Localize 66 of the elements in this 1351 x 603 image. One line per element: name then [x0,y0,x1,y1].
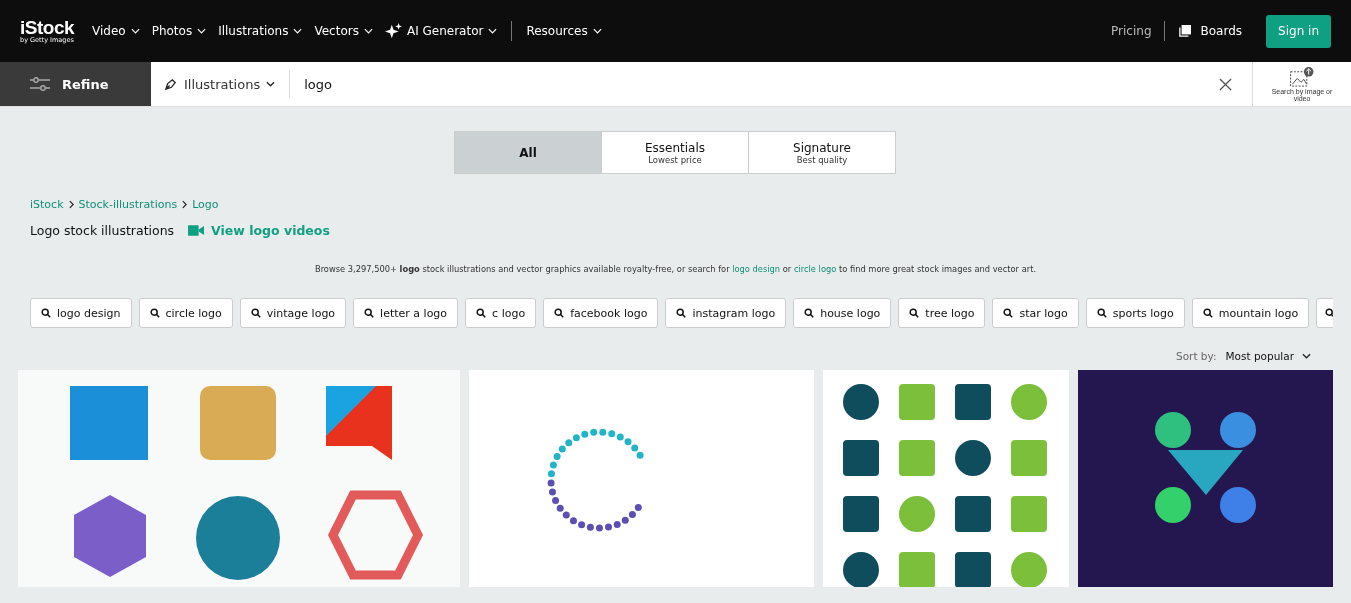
sparkle-icon [384,22,402,40]
related-search-chip[interactable]: logo design [30,298,132,328]
breadcrumb-link[interactable]: Logo [192,198,219,211]
search-icon [476,308,487,318]
nav-menu[interactable]: Vectors [314,24,373,38]
image-upload-icon [1289,66,1315,88]
search-icon [364,308,375,318]
logo-collection-image[interactable] [18,370,460,587]
related-search-chip[interactable]: tree logo [898,298,986,328]
related-search-chip[interactable]: letter a logo [353,298,459,328]
search-icon [909,308,920,318]
related-search-link[interactable]: circle logo [793,264,837,274]
search-icon [250,308,261,318]
license-tab[interactable]: All [454,131,602,174]
search-icon [149,308,160,318]
boards-link[interactable]: Boards [1200,24,1243,38]
related-search-chip[interactable]: star logo [992,298,1079,328]
sort-dropdown[interactable]: Most popular [1225,350,1311,362]
page-heading: Logo stock illustrations [30,223,175,238]
browse-description: Browse 3,297,500+ logo stock illustrations and vector graphics available royalty-free, or search for logo design or circle logo to find more great stock images and vector art. [313,264,1038,274]
related-search-chip[interactable]: instagram logo [665,298,787,328]
related-search-chip[interactable]: sports logo [1085,298,1185,328]
license-tab[interactable]: Essentials Lowest price [601,131,749,174]
sliders-icon [30,77,50,91]
related-search-chip[interactable]: mountain logo [1191,298,1310,328]
search-icon [41,308,51,318]
chevron-down-icon [197,28,207,34]
pen-icon [163,76,178,92]
chevron-down-icon [488,28,498,34]
breadcrumb-link[interactable]: Stock-illustrations [78,198,178,211]
nav-menu[interactable]: AI Generator [384,22,498,40]
search-icon [1202,308,1213,318]
license-tab[interactable]: Signature Best quality [748,131,896,174]
teamwork-figures-image[interactable] [1078,370,1333,587]
search-icon [1003,308,1014,318]
nav-menu[interactable]: Photos [151,24,207,38]
search-icon [554,308,565,318]
refine-button[interactable]: Refine [0,62,151,106]
related-search-chip[interactable]: facebook logo [543,298,659,328]
close-icon[interactable] [1219,77,1232,91]
video-camera-icon [188,225,205,236]
chevron-down-icon [130,28,140,34]
geometric-pattern-image[interactable] [823,370,1069,587]
search-icon [1096,308,1107,318]
dotted-circle-logo-image[interactable] [469,370,814,587]
chevron-down-icon [1302,353,1311,359]
nav-menu[interactable]: Video [92,24,140,38]
related-search-chip[interactable]: house logo [793,298,892,328]
pricing-link[interactable]: Pricing [1111,24,1152,38]
chevron-down-icon [363,28,373,34]
search-icon [804,308,815,318]
search-icon [1325,308,1333,318]
chevron-down-icon [293,28,303,34]
chevron-icon [182,200,188,209]
search-icon [676,308,687,318]
sort-label: Sort by: [1176,350,1217,362]
related-search-chip[interactable]: circle logo [138,298,233,328]
related-search-link[interactable]: logo design [732,264,781,274]
nav-menu[interactable]: Illustrations [218,24,303,38]
nav-menu[interactable]: Resources [526,24,602,38]
chevron-down-icon [266,81,276,87]
chevron-down-icon [592,28,602,34]
related-search-chip[interactable]: vintage logo [239,298,347,328]
chevron-icon [68,200,74,209]
boards-icon[interactable] [1178,25,1191,37]
related-search-chip[interactable]: c logo [465,298,537,328]
